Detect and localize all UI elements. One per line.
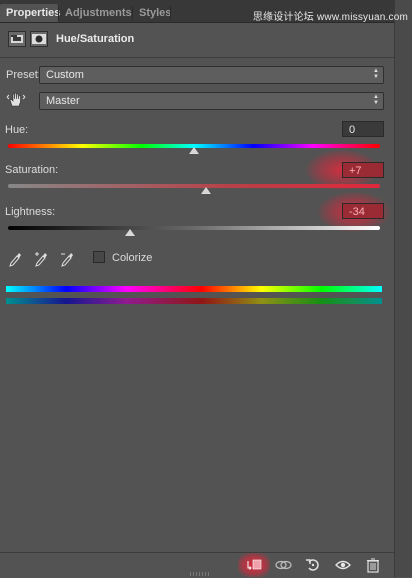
tab-adjustments[interactable]: Adjustments — [59, 4, 138, 22]
properties-panel: Properties Adjustments Styles Hue/Satura… — [0, 0, 394, 578]
adjustment-title: Hue/Saturation — [56, 33, 135, 45]
colorize-checkbox[interactable] — [93, 251, 105, 263]
lightness-label: Lightness: — [5, 206, 56, 218]
watermark-text: 思缘设计论坛 www.missyuan.com — [252, 12, 408, 23]
colorize-label: Colorize — [112, 252, 153, 264]
lightness-slider-thumb[interactable] — [125, 229, 135, 236]
visibility-eye-icon[interactable] — [334, 557, 352, 573]
dropdown-arrows-icon: ▲ ▼ — [373, 94, 379, 106]
hue-input[interactable]: 0 — [342, 121, 384, 137]
hue-slider-thumb[interactable] — [189, 147, 199, 154]
saturation-slider-thumb[interactable] — [201, 187, 211, 194]
output-color-bar — [6, 298, 382, 304]
preset-value: Custom — [46, 69, 84, 81]
eyedropper-plus-icon[interactable] — [33, 250, 49, 268]
preset-label: Preset: — [6, 69, 41, 81]
layer-mask-icon[interactable] — [30, 31, 48, 47]
targeted-adjustment-hand-icon[interactable] — [6, 89, 26, 109]
tab-separator — [170, 6, 171, 20]
preset-dropdown[interactable]: Custom ▲ ▼ — [39, 66, 384, 84]
reset-icon[interactable] — [304, 557, 322, 573]
resize-grip[interactable] — [190, 572, 210, 576]
adjustment-layer-icon[interactable] — [8, 31, 26, 47]
lightness-input[interactable]: -34 — [342, 203, 384, 219]
panel-scrollbar[interactable] — [394, 0, 412, 577]
view-previous-state-icon[interactable] — [274, 557, 292, 573]
hue-label: Hue: — [5, 124, 29, 136]
channel-dropdown[interactable]: Master ▲ ▼ — [39, 92, 384, 110]
saturation-label: Saturation: — [5, 164, 59, 176]
eyedropper-icon[interactable] — [7, 250, 23, 268]
tab-properties[interactable]: Properties — [0, 4, 60, 22]
saturation-input[interactable]: +7 — [342, 162, 384, 178]
input-color-bar — [6, 286, 382, 292]
saturation-slider-track[interactable] — [8, 184, 380, 188]
lightness-slider-track[interactable] — [8, 226, 380, 230]
clip-to-layer-icon[interactable] — [245, 557, 263, 573]
eyedropper-minus-icon[interactable] — [59, 250, 75, 268]
channel-value: Master — [46, 95, 80, 107]
adjustment-header: Hue/Saturation — [0, 22, 394, 58]
dropdown-arrows-icon: ▲ ▼ — [373, 68, 379, 80]
trash-icon[interactable] — [364, 557, 382, 573]
